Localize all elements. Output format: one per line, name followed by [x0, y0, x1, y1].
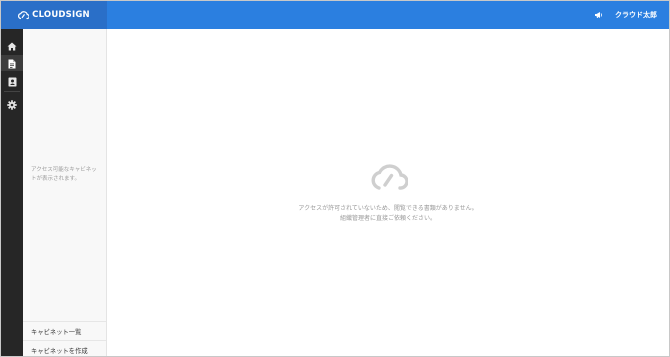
- create-cabinet-link[interactable]: キャビネットを作成: [23, 340, 106, 356]
- document-icon: [8, 54, 16, 73]
- rail-divider: [4, 91, 20, 92]
- cabinet-empty-text: アクセス可能なキャビネッ トが表示されます。: [31, 166, 103, 183]
- cabinet-empty-text-line: トが表示されます。: [31, 175, 80, 182]
- header-actions: クラウド太郎: [594, 1, 657, 29]
- cloudsign-cloud-icon: [370, 163, 408, 193]
- logo-text: CLOUDSIGN: [32, 10, 90, 20]
- rail-item-documents[interactable]: [1, 55, 23, 71]
- user-menu[interactable]: クラウド太郎: [615, 10, 657, 20]
- empty-state-line: 組織管理者に直接ご依頼ください。: [339, 214, 436, 222]
- top-header: CLOUDSIGN クラウド太郎: [1, 1, 669, 29]
- rail-item-home[interactable]: [1, 37, 23, 53]
- megaphone-icon[interactable]: [594, 11, 603, 19]
- rail-item-settings[interactable]: [1, 96, 23, 112]
- logo[interactable]: CLOUDSIGN: [1, 1, 107, 29]
- app-window: CLOUDSIGN クラウド太郎 アクセス可能なキャビネッ トが表示されます。 …: [0, 0, 670, 357]
- gear-icon: [7, 95, 17, 114]
- cabinet-list-link[interactable]: キャビネット一覧: [23, 321, 106, 340]
- icon-rail: [1, 29, 23, 356]
- contact-card-icon: [8, 72, 17, 91]
- home-icon: [7, 36, 17, 55]
- main-content: アクセスが許可されていないため、閲覧できる書類がありません。 組織管理者に直接ご…: [107, 29, 669, 356]
- cabinet-panel: アクセス可能なキャビネッ トが表示されます。 キャビネット一覧 キャビネットを作…: [23, 29, 107, 356]
- rail-item-contacts[interactable]: [1, 73, 23, 89]
- cabinet-empty-text-line: アクセス可能なキャビネッ: [31, 167, 97, 173]
- empty-state-line: アクセスが許可されていないため、閲覧できる書類がありません。: [298, 205, 478, 212]
- empty-state-message: アクセスが許可されていないため、閲覧できる書類がありません。 組織管理者に直接ご…: [107, 204, 669, 223]
- cloudsign-logo-icon: [18, 10, 30, 20]
